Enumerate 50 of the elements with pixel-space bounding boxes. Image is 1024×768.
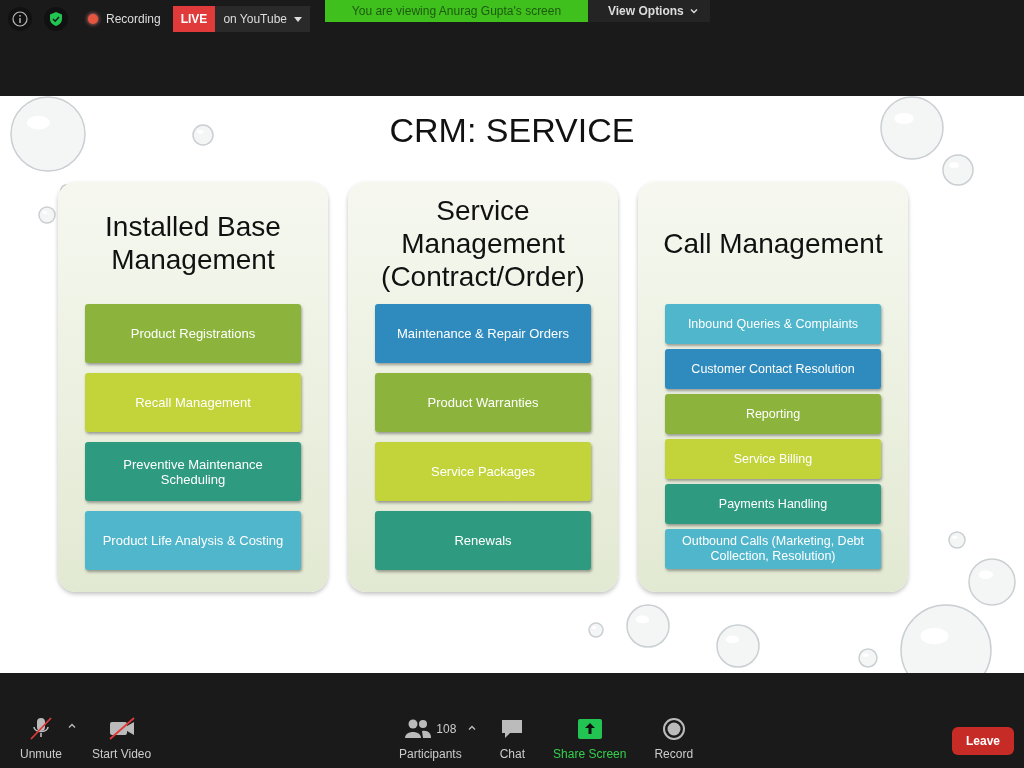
water-drop-drawing bbox=[948, 531, 966, 549]
info-icon[interactable] bbox=[8, 7, 32, 31]
feature-tile: Preventive Maintenance Scheduling bbox=[85, 442, 301, 501]
water-drop-drawing bbox=[38, 206, 56, 224]
toolbar-button[interactable]: 108 Participants bbox=[395, 717, 466, 761]
feature-tile: Reporting bbox=[665, 394, 881, 434]
feature-tile: Renewals bbox=[375, 511, 591, 570]
water-drop-drawing bbox=[192, 124, 214, 146]
feature-tile: Service Packages bbox=[375, 442, 591, 501]
feature-tile: Inbound Queries & Complaints bbox=[665, 304, 881, 344]
caret-icon bbox=[294, 16, 302, 22]
record-icon bbox=[661, 717, 686, 741]
feature-tile: Payments Handling bbox=[665, 484, 881, 524]
people-icon bbox=[404, 718, 433, 740]
leave-button[interactable]: Leave bbox=[951, 727, 1014, 755]
panel-heading: Installed Base Management bbox=[104, 210, 282, 276]
feature-tile: Service Billing bbox=[665, 439, 881, 479]
panel-heading: Service Management (Contract/Order) bbox=[380, 193, 586, 293]
feature-tile: Outbound Calls (Marketing, Debt Collection, Resolution) bbox=[665, 529, 881, 569]
recording-label: Recording bbox=[106, 12, 161, 26]
feature-tile: Maintenance & Repair Orders bbox=[375, 304, 591, 363]
live-badge: LIVE bbox=[172, 6, 216, 32]
view-options-button[interactable]: View Options bbox=[588, 0, 710, 22]
recording-dot-icon bbox=[88, 14, 98, 24]
toolbar-button[interactable]: Unmute bbox=[16, 715, 67, 761]
toolbar-button[interactable]: Share Screen bbox=[549, 717, 631, 761]
feature-tile: Customer Contact Resolution bbox=[665, 349, 881, 389]
water-drop-drawing bbox=[716, 624, 760, 668]
chat-bubble-icon bbox=[500, 718, 525, 740]
toolbar-button[interactable]: Chat bbox=[495, 717, 530, 761]
feature-tile: Recall Management bbox=[85, 373, 301, 432]
shield-icon[interactable] bbox=[44, 7, 68, 31]
water-drop-drawing bbox=[858, 648, 878, 668]
chevron-icon bbox=[689, 8, 698, 14]
water-drop-drawing bbox=[588, 622, 604, 638]
toolbar-button[interactable]: Start Video bbox=[88, 715, 156, 761]
muted-microphone-icon bbox=[28, 715, 54, 741]
live-destination-button[interactable]: on YouTube bbox=[215, 6, 310, 32]
toolbar-button[interactable]: Record bbox=[650, 717, 698, 761]
feature-tile: Product Warranties bbox=[375, 373, 591, 432]
viewing-banner: You are viewing Anurag Gupta's screen bbox=[325, 0, 588, 22]
feature-tile: Product Life Analysis & Costing bbox=[85, 511, 301, 570]
share-screen-icon bbox=[577, 719, 602, 739]
caret-up-icon[interactable] bbox=[467, 725, 476, 730]
slide-title: CRM: SERVICE bbox=[389, 110, 635, 150]
caret-up-icon[interactable] bbox=[68, 723, 77, 728]
feature-tile: Product Registrations bbox=[85, 304, 301, 363]
muted-video-camera-icon bbox=[107, 715, 136, 741]
water-drop-drawing bbox=[626, 604, 670, 648]
panel-heading: Call Management bbox=[662, 226, 884, 260]
